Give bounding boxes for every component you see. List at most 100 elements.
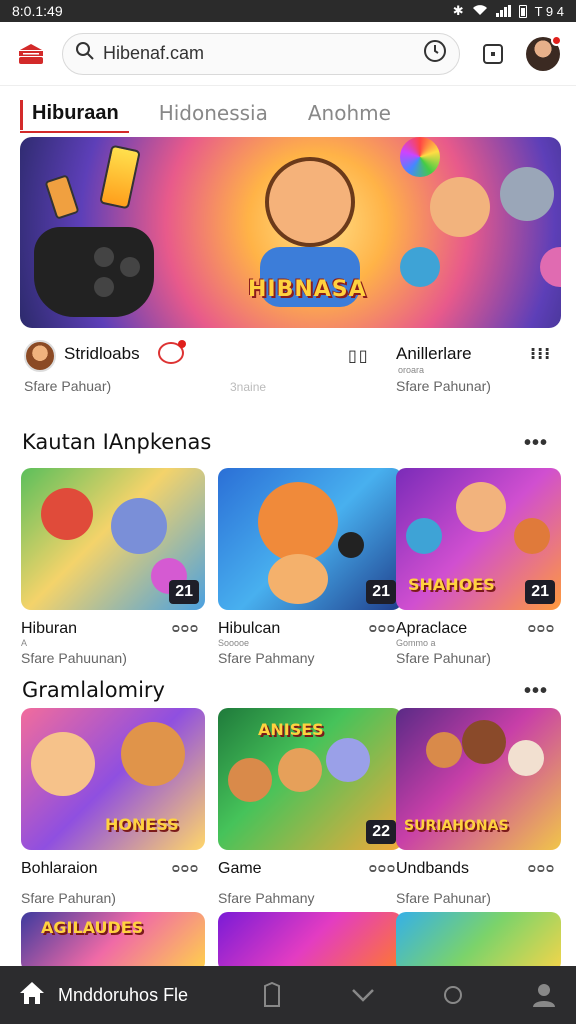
wifi-icon — [472, 4, 488, 19]
video-thumbnail[interactable]: AGILAUDES — [21, 912, 205, 972]
search-icon — [75, 41, 95, 66]
tab-switcher-button[interactable] — [476, 37, 510, 71]
bottom-nav: Mnddoruhos Fle — [0, 966, 576, 1024]
video-card[interactable]: ANISES 22 Game Sfare Pahmany ᴑᴑᴑ — [218, 708, 402, 906]
video-thumbnail[interactable]: HONESS — [21, 708, 205, 850]
battery-icon — [518, 4, 527, 18]
video-card[interactable]: HONESS Bohlaraion Sfare Pahuran) ᴑᴑᴑ — [21, 708, 205, 906]
phone-icon — [44, 174, 80, 220]
nav-library-icon[interactable] — [258, 981, 286, 1009]
view-icons: ᴑᴑᴑ — [527, 860, 555, 875]
character — [111, 498, 167, 554]
character — [500, 167, 554, 221]
video-meta — [21, 878, 205, 888]
character — [278, 748, 322, 792]
channel-subtitle: Sfare Pahuar) — [24, 378, 112, 394]
view-icons: ᴑᴑᴑ — [527, 620, 555, 635]
character — [514, 518, 550, 554]
character — [430, 177, 490, 237]
category-tabs: Hiburaan Hidonessia Anohme — [0, 94, 576, 136]
more-options-icon[interactable]: ••• — [524, 432, 548, 455]
view-icons: ᴑᴑᴑ — [171, 620, 199, 635]
tab-hidonessia[interactable]: Hidonessia — [147, 97, 268, 133]
video-thumbnail[interactable]: SURIAHONAS — [396, 708, 561, 850]
character — [41, 488, 93, 540]
character — [121, 722, 185, 786]
tab-hiburaan[interactable]: Hiburaan — [20, 98, 129, 133]
video-subtitle: Sfare Pahunar) — [396, 650, 491, 666]
section-title: Gramlalomiry — [22, 678, 165, 702]
character — [456, 482, 506, 532]
character — [462, 720, 506, 764]
home-icon — [18, 980, 46, 1011]
profile-avatar[interactable] — [526, 34, 562, 71]
video-thumbnail[interactable]: SHAHOES 21 — [396, 468, 561, 610]
video-card[interactable]: AGILAUDES — [21, 912, 205, 972]
channel-right-name[interactable]: Anillerlare — [396, 344, 472, 364]
video-thumbnail[interactable] — [396, 912, 561, 972]
video-subtitle: Sfare Pahuran) — [21, 890, 116, 906]
video-thumbnail[interactable] — [218, 912, 402, 972]
video-thumbnail[interactable]: 21 — [218, 468, 402, 610]
video-count-badge: 22 — [366, 820, 396, 844]
character — [268, 554, 328, 604]
chevron-down-icon[interactable] — [349, 981, 377, 1009]
video-subtitle: Sfare Pahmany — [218, 890, 315, 906]
video-meta: A — [21, 638, 28, 648]
notification-dot — [551, 34, 562, 46]
search-input[interactable] — [103, 43, 415, 64]
phone-icon — [99, 144, 141, 210]
hero-banner[interactable]: HIBNASA — [20, 137, 561, 328]
game-controller-icon — [34, 227, 154, 317]
video-card[interactable]: 21 Hibulcan Sooooe Sfare Pahmany ᴑᴑᴑ — [218, 468, 402, 666]
thumbnail-banner-text: HONESS — [105, 815, 179, 834]
section-title: Kautan IAnpkenas — [22, 430, 212, 454]
character — [540, 247, 561, 287]
circle-icon[interactable] — [439, 981, 467, 1009]
hero-banner-title: HIBNASA — [248, 277, 367, 302]
status-right-text: T 9 4 — [534, 3, 564, 19]
top-bar — [0, 22, 576, 86]
video-meta: Gommo a — [396, 638, 436, 648]
game-controller-icon — [338, 532, 364, 558]
channel-badge-icon — [158, 340, 186, 364]
video-card[interactable] — [218, 912, 402, 972]
video-thumbnail[interactable]: ANISES 22 — [218, 708, 402, 850]
video-subtitle: Sfare Pahuunan) — [21, 650, 127, 666]
character — [508, 740, 544, 776]
lollipop-icon — [400, 137, 440, 177]
video-meta — [396, 878, 561, 888]
character — [426, 732, 462, 768]
more-options-icon[interactable]: ⁝⁝⁝ — [530, 344, 551, 364]
signal-icon — [495, 5, 511, 17]
channel-avatar[interactable] — [24, 340, 56, 372]
search-bar[interactable] — [62, 32, 460, 75]
hero-character — [265, 157, 355, 247]
app-logo-icon[interactable] — [16, 39, 46, 69]
channel-right-subtitle: Sfare Pahunar) — [396, 378, 491, 394]
account-icon[interactable] — [530, 981, 558, 1009]
more-options-icon[interactable]: ••• — [524, 680, 548, 703]
video-card[interactable]: 21 Hiburan A Sfare Pahuunan) ᴑᴑᴑ — [21, 468, 205, 666]
character — [326, 738, 370, 782]
channel-name[interactable]: Stridloabs — [64, 344, 140, 364]
nav-home-label: Mnddoruhos Fle — [58, 984, 189, 1005]
view-icons: ᴑᴑᴑ — [368, 860, 396, 875]
character — [31, 732, 95, 796]
video-card[interactable]: SHAHOES 21 Apraclace Gommo a Sfare Pahun… — [396, 468, 561, 666]
channel-right-meta: oroara — [398, 365, 425, 375]
thumbnail-banner-text: ANISES — [258, 720, 324, 739]
video-card[interactable]: SURIAHONAS Undbands Sfare Pahunar) ᴑᴑᴑ — [396, 708, 561, 906]
nav-home[interactable]: Mnddoruhos Fle — [18, 980, 258, 1011]
video-meta — [218, 878, 402, 888]
pause-icon[interactable]: ▯▯ — [348, 346, 370, 366]
tab-anohme[interactable]: Anohme — [296, 97, 391, 133]
character — [258, 482, 338, 562]
clock-icon[interactable] — [423, 39, 447, 68]
video-thumbnail[interactable]: 21 — [21, 468, 205, 610]
video-meta: Sooooe — [218, 638, 250, 648]
channel-middle-text: 3naine — [230, 380, 267, 394]
video-card[interactable] — [396, 912, 561, 972]
view-icons: ᴑᴑᴑ — [171, 860, 199, 875]
status-bar: 8:0.1:49 ✱ T 9 4 — [0, 0, 576, 22]
